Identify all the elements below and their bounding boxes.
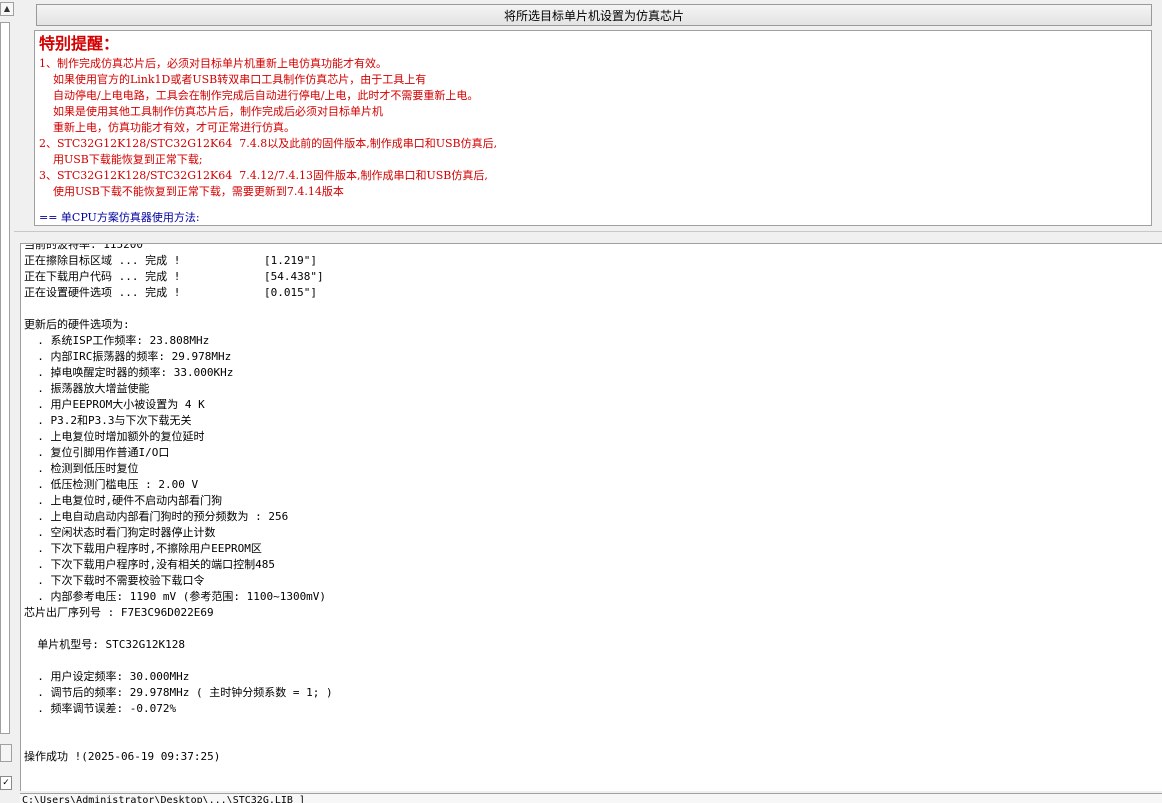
log-mcu-model: 单片机型号: STC32G12K128 [24, 638, 185, 651]
log-step-time: [1.219"] [264, 254, 317, 267]
log-freq: . 频率调节误差: -0.072% [24, 702, 177, 715]
set-simulation-chip-button[interactable]: 将所选目标单片机设置为仿真芯片 [36, 4, 1152, 26]
notice-line: 1、制作完成仿真芯片后，必须对目标单片机重新上电仿真功能才有效。 [39, 57, 387, 70]
log-options-header: 更新后的硬件选项为: [24, 318, 130, 331]
log-step-label: 正在下载用户代码 ... 完成 ! [24, 270, 181, 283]
log-option: . 上电复位时增加额外的复位延时 [24, 430, 205, 443]
notice-line: 重新上电，仿真功能才有效，才可正常进行仿真。 [39, 121, 295, 134]
notice-line: 如果使用官方的Link1D或者USB转双串口工具制作仿真芯片，由于工具上有 [39, 73, 427, 86]
notice-panel: 特别提醒： 1、制作完成仿真芯片后，必须对目标单片机重新上电仿真功能才有效。 如… [34, 30, 1152, 226]
log-blank [24, 717, 1154, 733]
log-step-label: 正在设置硬件选项 ... 完成 ! [24, 286, 181, 299]
notice-title: 特别提醒： [39, 36, 120, 53]
notice-line: 用USB下载能恢复到正常下载; [39, 153, 203, 166]
log-step: 正在下载用户代码 ... 完成 ! [54.438"] [24, 269, 1154, 285]
log-option: . 内部IRC振荡器的频率: 29.978MHz [24, 350, 232, 363]
notice-line: 如果是使用其他工具制作仿真芯片后，制作完成后必须对目标单片机 [39, 105, 383, 118]
notice-cut-line: == 单CPU方案仿真器使用方法: [39, 211, 200, 224]
log-blank [24, 733, 1154, 749]
log-step: 正在设置硬件选项 ... 完成 ! [0.015"] [24, 285, 1154, 301]
log-freq: . 调节后的频率: 29.978MHz ( 主时钟分频系数 = 1; ) [24, 686, 333, 699]
pane-splitter[interactable] [14, 231, 1162, 241]
log-blank [24, 653, 1154, 669]
log-option: . 下次下载用户程序时,不擦除用户EEPROM区 [24, 542, 262, 555]
log-option: . 内部参考电压: 1190 mV (参考范围: 1100~1300mV) [24, 590, 327, 603]
log-step: 正在擦除目标区域 ... 完成 ! [1.219"] [24, 253, 1154, 269]
log-step-time: [54.438"] [264, 270, 324, 283]
log-option: . 上电自动启动内部看门狗时的预分频数为 : 256 [24, 510, 289, 523]
log-option: . P3.2和P3.3与下次下载无关 [24, 414, 192, 427]
notice-line: 使用USB下载不能恢复到正常下载，需要更新到7.4.14版本 [39, 185, 344, 198]
log-option: . 低压检测门槛电压 : 2.00 V [24, 478, 199, 491]
left-small-button[interactable] [0, 744, 12, 762]
log-option: . 空闲状态时看门狗定时器停止计数 [24, 526, 216, 539]
left-panel[interactable] [0, 22, 10, 734]
notice-line: 3、STC32G12K128/STC32G12K64 7.4.12/7.4.13… [39, 169, 488, 182]
log-option: . 振荡器放大增益使能 [24, 382, 150, 395]
notice-line: 自动停电/上电电路，工具会在制作完成后自动进行停电/上电，此时才不需要重新上电。 [39, 89, 479, 102]
log-option: . 下次下载用户程序时,没有相关的端口控制485 [24, 558, 275, 571]
log-step-time: [0.015"] [264, 286, 317, 299]
log-option: . 系统ISP工作频率: 23.808MHz [24, 334, 210, 347]
log-option: . 上电复位时,硬件不启动内部看门狗 [24, 494, 223, 507]
log-baud: 当前的波特率: 115200 [24, 243, 143, 251]
notice-line: 2、STC32G12K128/STC32G12K64 7.4.8以及此前的固件版… [39, 137, 498, 150]
log-option: . 用户EEPROM大小被设置为 4 K [24, 398, 205, 411]
scroll-up-arrow-icon[interactable]: ▲ [0, 2, 14, 16]
log-freq: . 用户设定频率: 30.000MHz [24, 670, 190, 683]
log-serial: 芯片出厂序列号 : F7E3C96D022E69 [24, 606, 214, 619]
log-blank [24, 301, 1154, 317]
left-checkbox[interactable]: ✓ [0, 776, 12, 790]
log-option: . 下次下载时不需要校验下载口令 [24, 574, 205, 587]
status-bar: C:\Users\Administrator\Desktop\...\STC32… [20, 793, 1162, 803]
log-success: 操作成功 !(2025-06-19 09:37:25) [24, 750, 221, 763]
log-option: . 掉电唤醒定时器的频率: 33.000KHz [24, 366, 234, 379]
log-blank [24, 621, 1154, 637]
log-option: . 复位引脚用作普通I/O口 [24, 446, 170, 459]
log-step-label: 正在擦除目标区域 ... 完成 ! [24, 254, 181, 267]
log-option: . 检测到低压时复位 [24, 462, 139, 475]
output-log[interactable]: 当前的波特率: 115200 正在擦除目标区域 ... 完成 ! [1.219"]… [20, 243, 1162, 791]
